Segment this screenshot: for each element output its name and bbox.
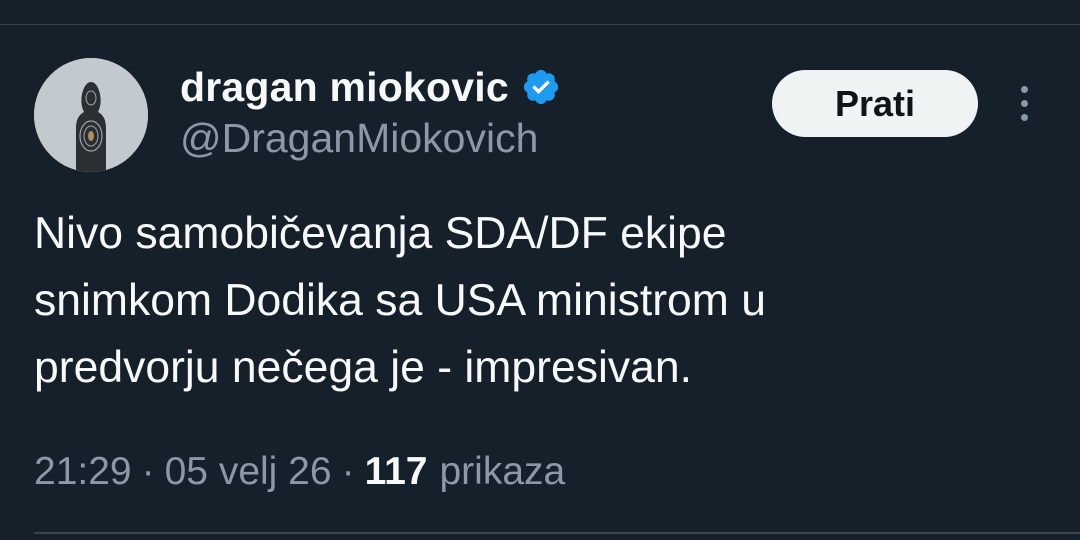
follow-button[interactable]: Prati: [772, 70, 978, 137]
tweet-date[interactable]: 05 velj 26: [165, 450, 332, 494]
author-display-name[interactable]: dragan miokovic: [180, 64, 509, 111]
tweet-time[interactable]: 21:29: [34, 450, 132, 494]
top-divider: [0, 24, 1080, 25]
views-label: prikaza: [439, 450, 566, 493]
tweet-text-line: predvorju nečega je - impresivan.: [34, 343, 692, 392]
tweet-text-line: snimkom Dodika sa USA ministrom u: [34, 276, 766, 325]
tweet-text: Nivo samobičevanja SDA/DF ekipe snimkom …: [34, 200, 1044, 401]
tweet-text-line: Nivo samobičevanja SDA/DF ekipe: [34, 209, 727, 258]
more-vertical-icon[interactable]: [1006, 84, 1042, 124]
bottom-divider: [34, 532, 1080, 534]
meta-separator: ·: [341, 450, 355, 493]
tweet-view: dragan miokovic @DraganMiokovich Prati N…: [0, 0, 1080, 540]
tweet-meta: 21:29 · 05 velj 26 · 117 prikaza: [34, 446, 565, 498]
author-avatar[interactable]: [34, 58, 148, 172]
views-count: 117: [364, 450, 428, 493]
author-name-row: dragan miokovic: [180, 62, 561, 112]
author-handle[interactable]: @DraganMiokovich: [180, 115, 538, 162]
verified-badge-icon: [523, 69, 558, 105]
shooting-target-avatar-icon: [34, 58, 148, 172]
meta-separator: ·: [141, 450, 155, 493]
